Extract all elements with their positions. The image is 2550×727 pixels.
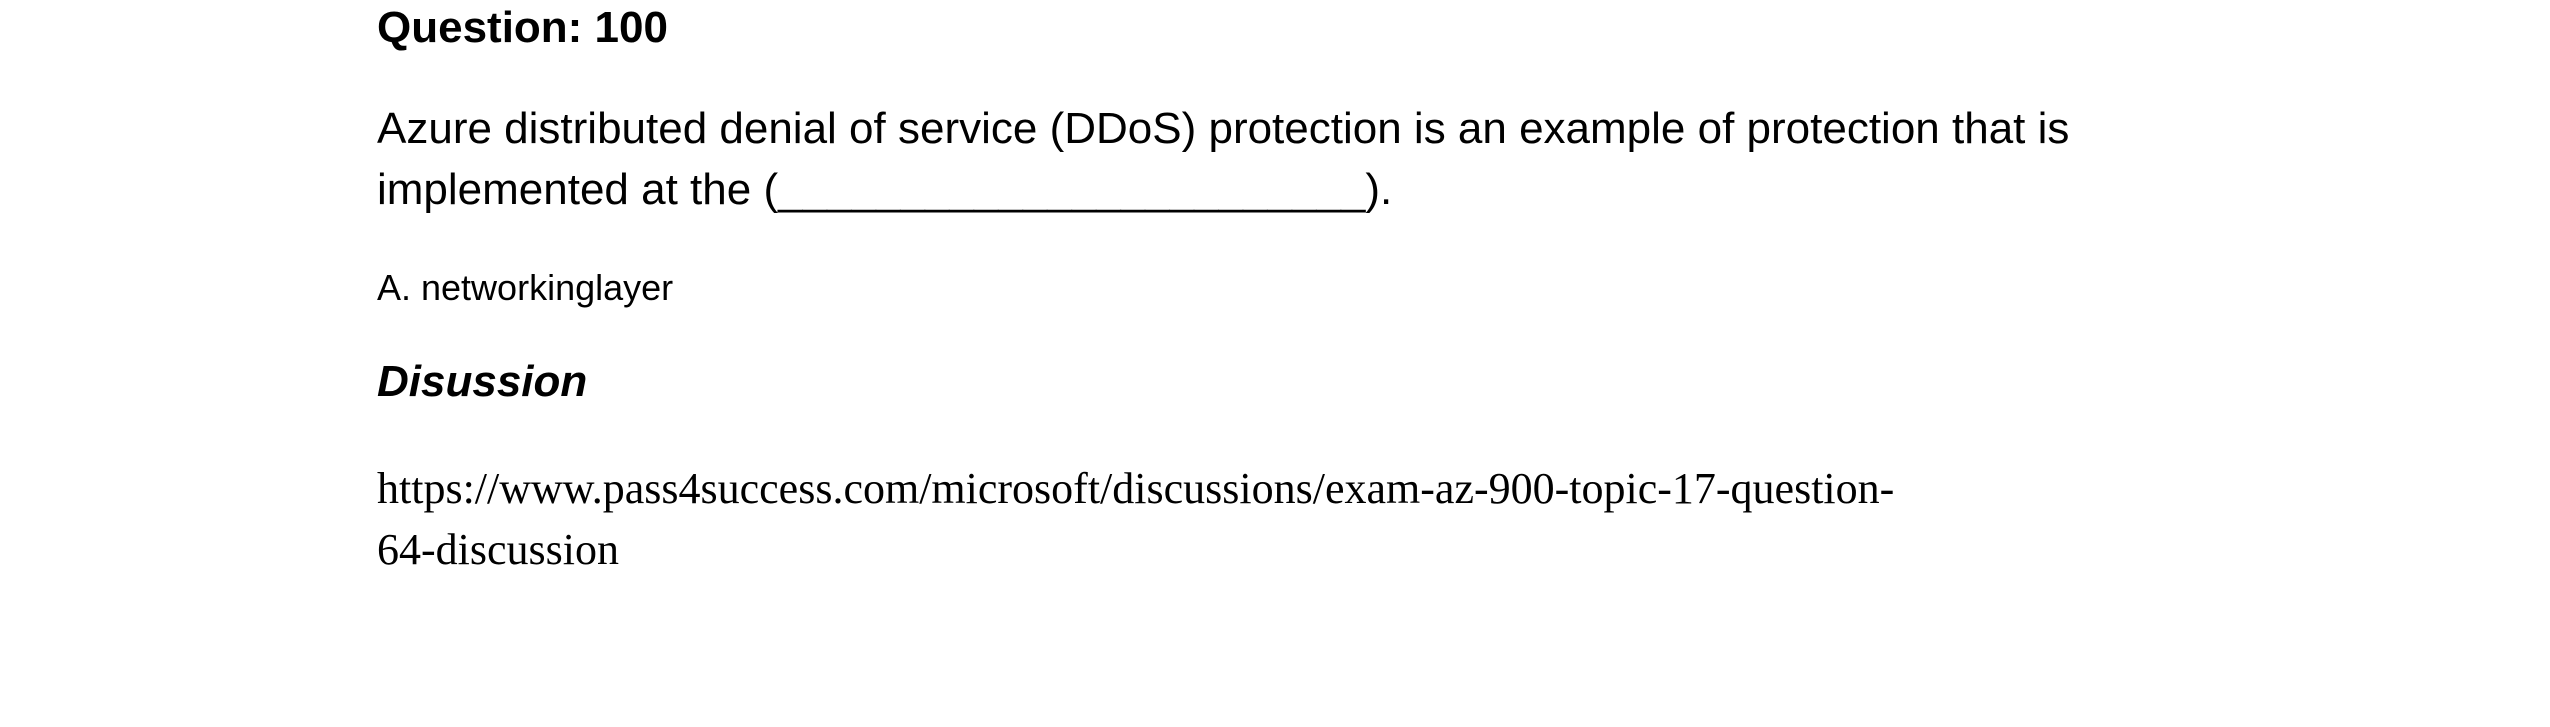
discussion-link-line-2: 64-discussion	[377, 525, 619, 574]
question-text: Azure distributed denial of service (DDo…	[377, 98, 2177, 220]
discussion-heading: Disussion	[377, 357, 588, 406]
discussion-link[interactable]: https://www.pass4success.com/microsoft/d…	[377, 458, 2177, 580]
question-text-line-1: Azure distributed denial of service (DDo…	[377, 104, 2070, 153]
discussion-link-line-1: https://www.pass4success.com/microsoft/d…	[377, 464, 1895, 513]
answer-option-a: A. networkinglayer	[377, 267, 674, 308]
question-text-line-2: implemented at the (____________________…	[377, 165, 1393, 214]
question-title: Question: 100	[377, 3, 668, 52]
